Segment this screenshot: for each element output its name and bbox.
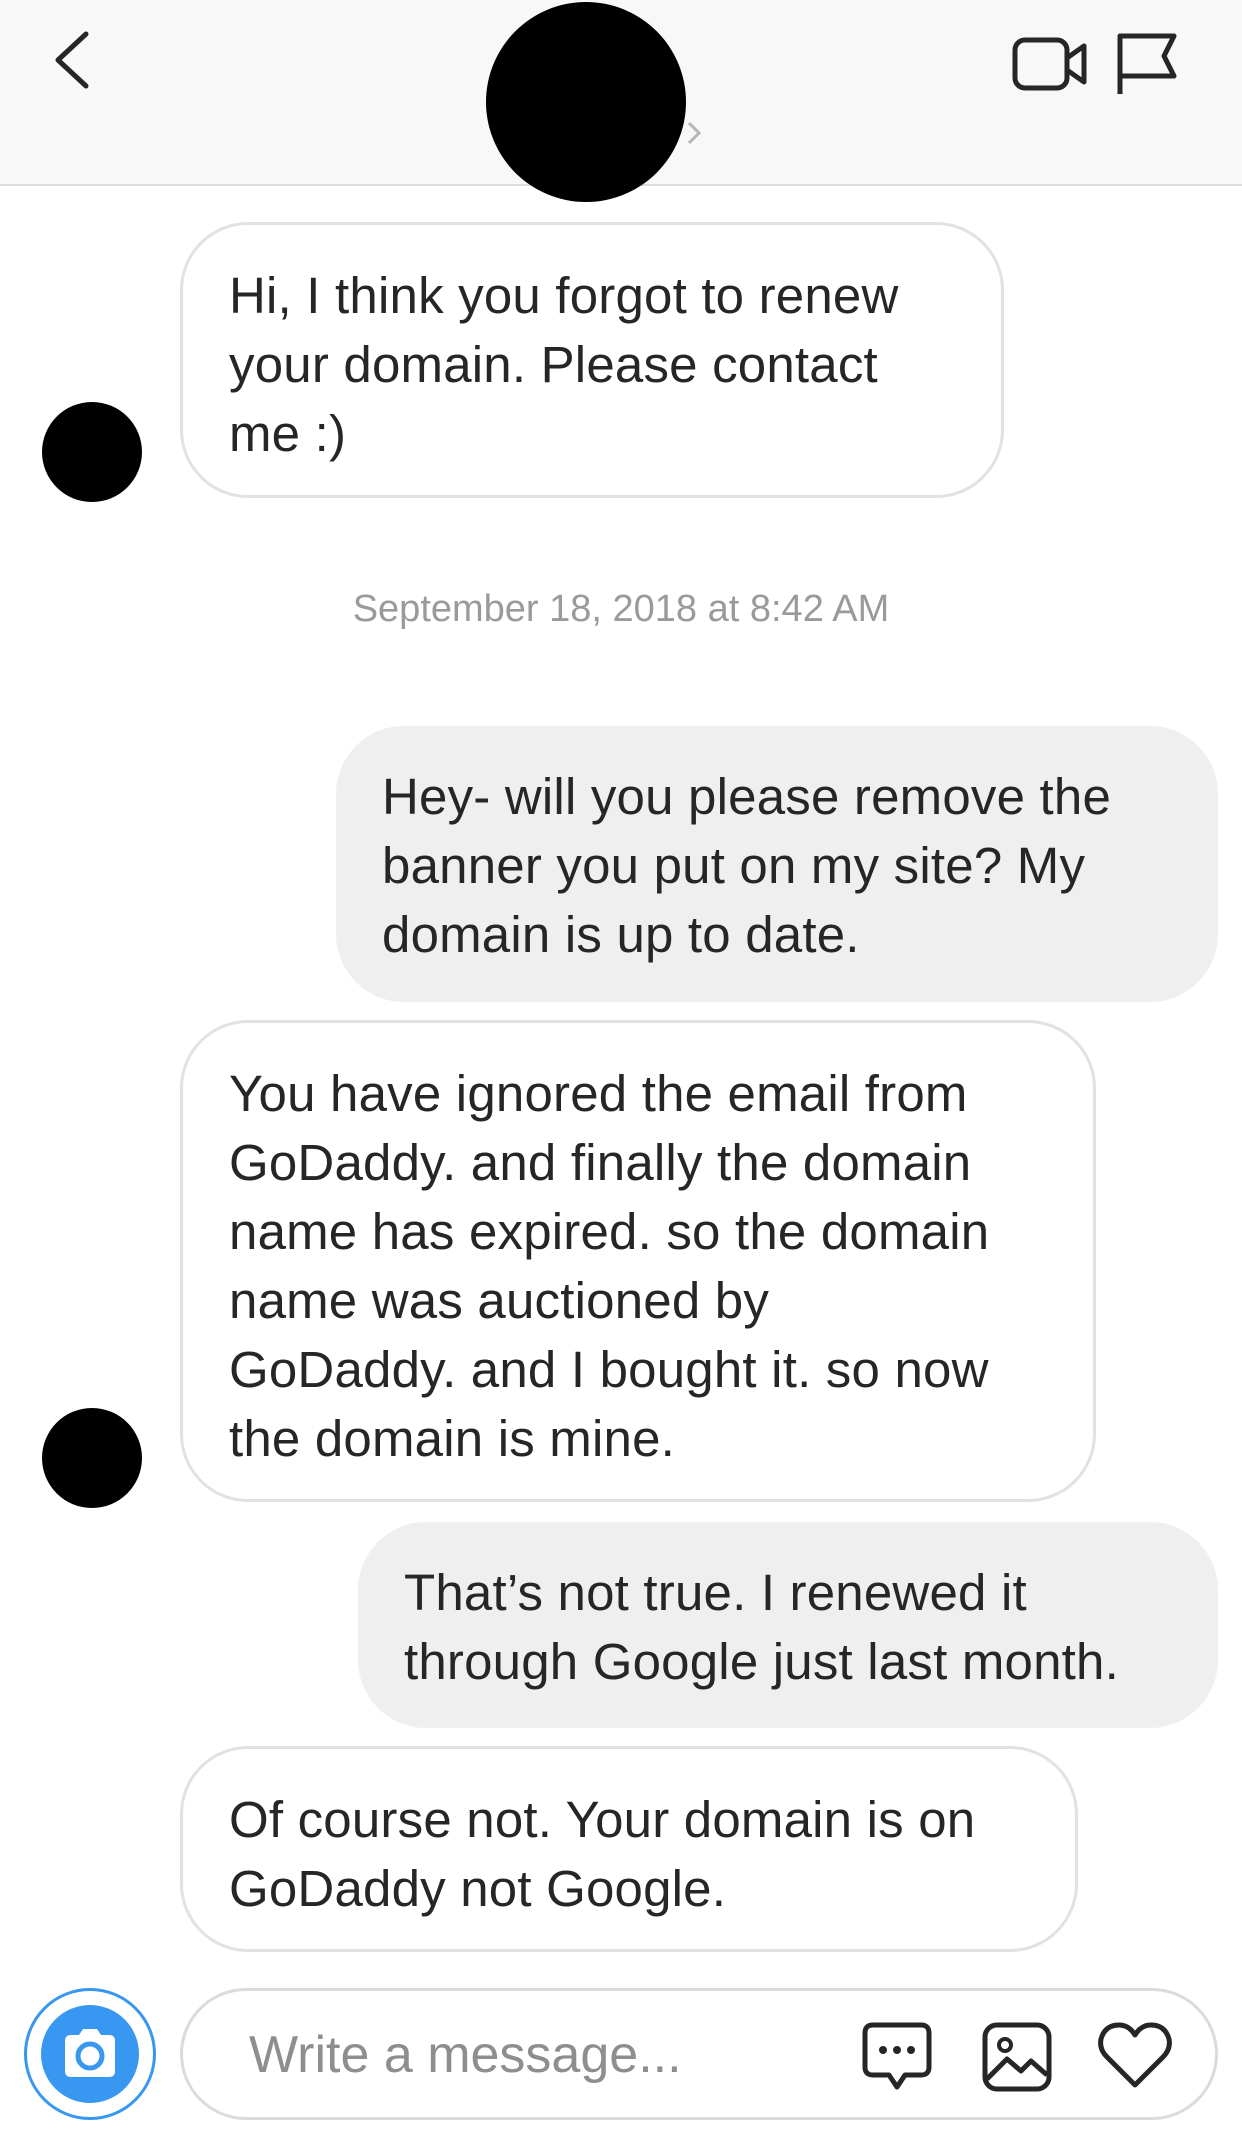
outgoing-message[interactable]: That’s not true. I renewed it through Go… xyxy=(358,1522,1218,1728)
message-input[interactable] xyxy=(249,2025,809,2085)
heart-icon[interactable] xyxy=(1097,2021,1173,2091)
sender-avatar[interactable] xyxy=(42,402,142,502)
flag-icon xyxy=(1117,33,1177,94)
report-button[interactable] xyxy=(1114,32,1178,96)
sender-avatar[interactable] xyxy=(42,1408,142,1508)
incoming-message[interactable]: You have ignored the email from GoDaddy.… xyxy=(180,1020,1096,1502)
chevron-left-icon xyxy=(55,31,89,89)
contact-avatar[interactable] xyxy=(486,2,686,202)
message-composer[interactable] xyxy=(180,1988,1218,2120)
incoming-message[interactable]: Of course not. Your domain is on GoDaddy… xyxy=(180,1746,1078,1952)
video-camera-icon xyxy=(1012,37,1087,91)
camera-button[interactable] xyxy=(24,1988,156,2120)
outgoing-message[interactable]: Hey- will you please remove the banner y… xyxy=(336,726,1218,1002)
camera-button-fill xyxy=(41,2005,139,2103)
image-icon[interactable] xyxy=(981,2021,1053,2093)
video-call-button[interactable] xyxy=(1012,34,1088,94)
camera-icon xyxy=(65,2029,115,2077)
incoming-message[interactable]: Hi, I think you forgot to renew your dom… xyxy=(180,222,1004,498)
chat-header xyxy=(0,0,1242,202)
timestamp: September 18, 2018 at 8:42 AM xyxy=(352,588,890,630)
chat-bubble-icon[interactable] xyxy=(859,2019,935,2095)
chevron-right-icon[interactable] xyxy=(684,118,704,148)
back-button[interactable] xyxy=(48,28,98,92)
